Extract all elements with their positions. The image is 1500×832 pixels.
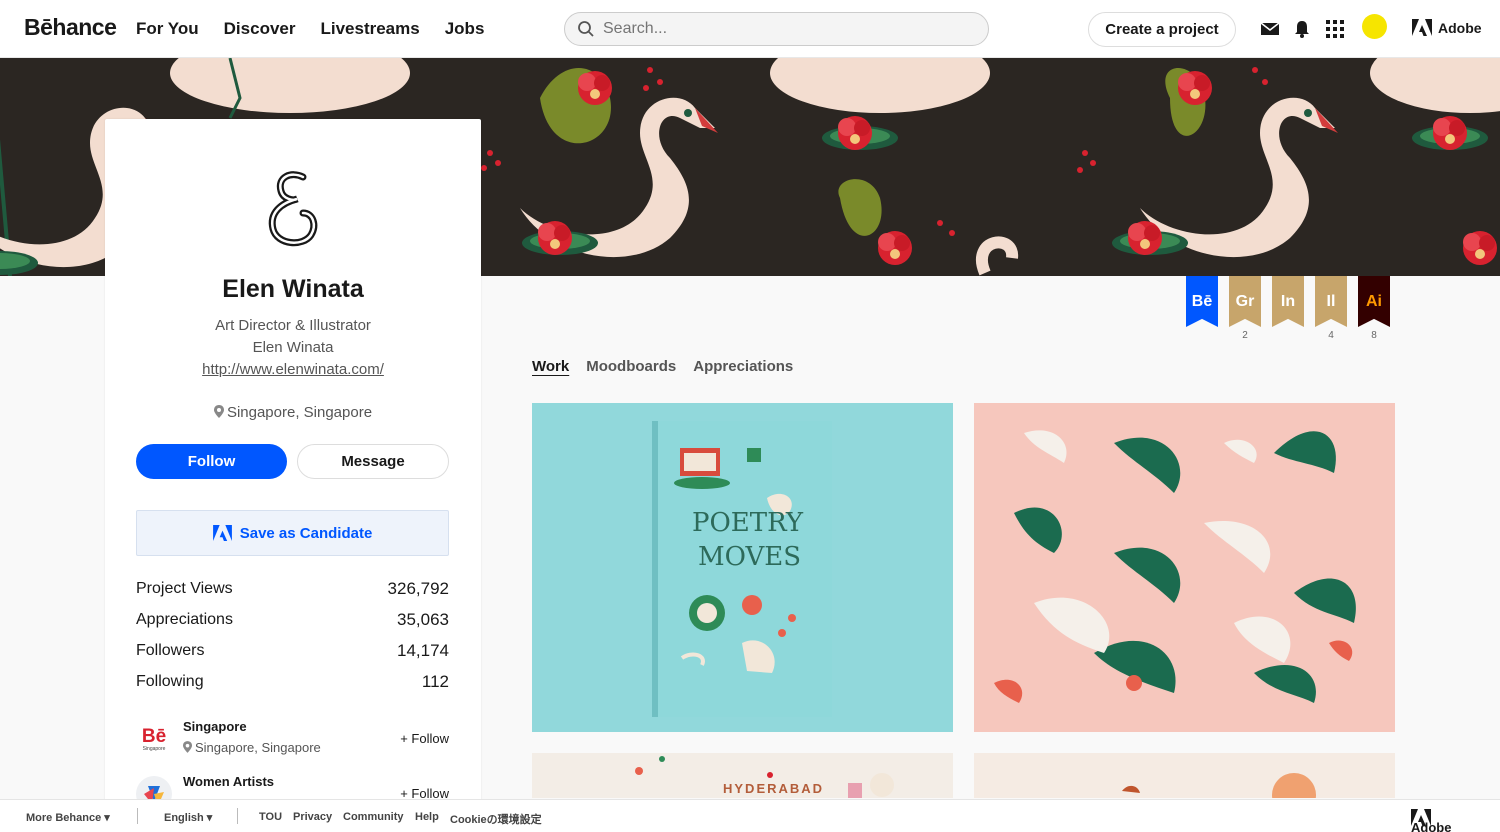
profile-location: Singapore, Singapore: [105, 404, 481, 421]
stat-value: 35,063: [397, 609, 449, 629]
main-nav-links: For You Discover Livestreams Jobs: [136, 19, 484, 39]
profile-company: Elen Winata: [252, 339, 334, 356]
tab-moodboards[interactable]: Moodboards: [586, 358, 676, 377]
badge-interaction[interactable]: In: [1272, 276, 1304, 342]
svg-text:POETRY: POETRY: [692, 508, 804, 538]
project-cover-birds-illustration: [994, 430, 1356, 703]
project-card-birds[interactable]: [974, 403, 1395, 732]
team-logo-text: Bē: [141, 725, 167, 747]
svg-text:MOVES: MOVES: [698, 542, 801, 572]
location-pin-icon: [183, 741, 192, 753]
team-name[interactable]: Singapore: [183, 719, 247, 734]
footer: More Behance ▾ English ▾ TOU Privacy Com…: [0, 799, 1500, 832]
team-singapore: Bē Singapore Singapore Singapore, Singap…: [136, 719, 449, 769]
tab-appreciations[interactable]: Appreciations: [693, 358, 793, 377]
top-navigation: Bēhance For You Discover Livestreams Job…: [0, 0, 1500, 58]
adobe-label: Adobe: [1438, 19, 1482, 36]
adobe-logo-icon: [1412, 19, 1432, 36]
stat-value: 112: [421, 671, 449, 691]
stat-following[interactable]: Following 112: [136, 666, 449, 697]
footer-divider: [237, 808, 238, 824]
team-location: Singapore, Singapore: [183, 740, 321, 755]
project-cover-sunset: [1122, 773, 1316, 798]
nav-link-for-you[interactable]: For You: [136, 19, 199, 39]
badge-count: 4: [1328, 330, 1334, 341]
footer-language-select[interactable]: English ▾: [164, 811, 212, 824]
footer-adobe-label: Adobe: [1411, 820, 1452, 832]
badge-label: Bē: [1186, 276, 1218, 327]
team-name[interactable]: Women Artists: [183, 774, 274, 789]
notification-bell-icon[interactable]: [1292, 19, 1312, 39]
footer-link-privacy[interactable]: Privacy: [293, 811, 332, 823]
badge-illustration[interactable]: Il 4: [1315, 276, 1347, 342]
stat-label: Appreciations: [136, 610, 233, 628]
tab-work[interactable]: Work: [532, 358, 569, 377]
team-logo-singapore[interactable]: Bē Singapore: [136, 721, 172, 757]
stat-appreciations: Appreciations 35,063: [136, 604, 449, 635]
profile-stats: Project Views 326,792 Appreciations 35,063…: [136, 573, 449, 697]
stat-value: 14,174: [397, 640, 449, 660]
footer-divider: [137, 808, 138, 824]
behance-logo[interactable]: Bēhance: [24, 14, 117, 41]
save-as-candidate-button[interactable]: Save as Candidate: [136, 510, 449, 556]
project-card-hyderabad[interactable]: HYDERABAD: [532, 753, 953, 798]
project-title-hyderabad: HYDERABAD: [723, 781, 825, 796]
profile-avatar: [268, 171, 318, 247]
footer-link-cookie-settings[interactable]: Cookieの環境設定: [450, 811, 542, 827]
adobe-link[interactable]: Adobe: [1412, 19, 1482, 36]
badge-count: 8: [1371, 330, 1377, 341]
profile-tabs: Work Moodboards Appreciations: [532, 358, 793, 377]
team-logo-subtext: Singapore: [142, 745, 166, 752]
stat-project-views: Project Views 326,792: [136, 573, 449, 604]
team-follow-button[interactable]: + Follow: [400, 731, 449, 746]
team-location-text: Singapore, Singapore: [195, 740, 321, 755]
badge-behance[interactable]: Bē: [1186, 276, 1218, 342]
profile-location-text: Singapore, Singapore: [226, 404, 373, 421]
badge-illustrator[interactable]: Ai 8: [1358, 276, 1390, 342]
nav-link-jobs[interactable]: Jobs: [445, 19, 485, 39]
footer-link-help[interactable]: Help: [415, 811, 439, 823]
adobe-logo-icon: [212, 525, 232, 541]
profile-occupation: Art Director & Illustrator: [215, 317, 371, 334]
footer-adobe-link[interactable]: Adobe: [1411, 809, 1451, 832]
badge-graphic-design[interactable]: Gr 2: [1229, 276, 1261, 342]
footer-link-community[interactable]: Community: [343, 811, 404, 823]
project-cover-poetry-book: POETRY MOVES: [652, 421, 832, 717]
mail-icon[interactable]: [1260, 19, 1280, 39]
save-as-candidate-label: Save as Candidate: [239, 524, 373, 542]
badge-label: In: [1272, 276, 1304, 327]
user-avatar[interactable]: [1362, 14, 1387, 39]
profile-badges: Bē Gr 2 In Il 4 Ai 8: [1186, 276, 1390, 342]
nav-link-livestreams[interactable]: Livestreams: [320, 19, 419, 39]
location-pin-icon: [213, 405, 224, 418]
nav-link-discover[interactable]: Discover: [224, 19, 296, 39]
footer-link-tou[interactable]: TOU: [259, 811, 282, 823]
badge-count: 2: [1242, 330, 1248, 341]
footer-more-behance[interactable]: More Behance ▾: [26, 811, 110, 824]
badge-label: Ai: [1358, 276, 1390, 327]
create-project-button[interactable]: Create a project: [1088, 12, 1236, 47]
search-icon: [578, 21, 594, 37]
profile-name: Elen Winata: [222, 275, 364, 303]
stat-label: Following: [136, 672, 204, 690]
profile-website-link[interactable]: http://www.elenwinata.com/: [105, 361, 481, 378]
message-button[interactable]: Message: [297, 444, 449, 479]
apps-grid-icon[interactable]: [1325, 19, 1345, 39]
stat-label: Followers: [136, 641, 205, 659]
follow-button[interactable]: Follow: [136, 444, 287, 479]
search-bar[interactable]: [564, 12, 989, 46]
stat-followers[interactable]: Followers 14,174: [136, 635, 449, 666]
search-input[interactable]: [603, 20, 963, 38]
project-card-sunset[interactable]: [974, 753, 1395, 798]
project-card-poetry-moves[interactable]: POETRY MOVES: [532, 403, 953, 732]
profile-card: Elen Winata Art Director & Illustrator E…: [105, 119, 481, 809]
stat-value: 326,792: [387, 578, 449, 598]
badge-label: Gr: [1229, 276, 1261, 327]
badge-label: Il: [1315, 276, 1347, 327]
stat-label: Project Views: [136, 579, 233, 597]
